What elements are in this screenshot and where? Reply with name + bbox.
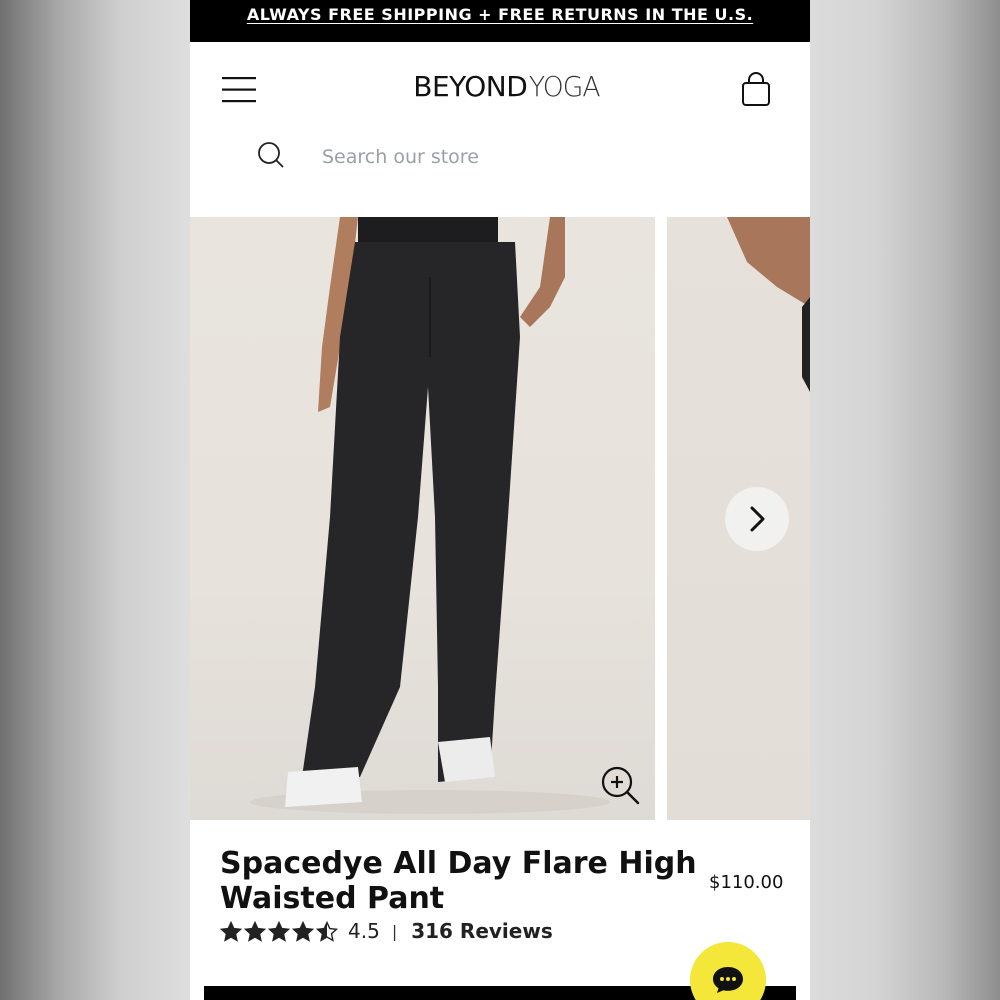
search-input[interactable] bbox=[320, 136, 744, 178]
product-title: Spacedye All Day Flare High Waisted Pant bbox=[220, 846, 697, 916]
rating-value: 4.5 bbox=[348, 919, 380, 943]
product-rating[interactable]: 4.5 | 316 Reviews bbox=[220, 918, 553, 944]
site-header: BEYOND YOGA bbox=[190, 42, 810, 138]
chat-bubble-icon bbox=[713, 967, 743, 993]
star-icon bbox=[220, 920, 242, 942]
chevron-right-icon bbox=[750, 506, 765, 532]
mobile-page: ALWAYS FREE SHIPPING + FREE RETURNS IN T… bbox=[190, 0, 810, 1000]
background-right bbox=[810, 0, 1000, 1000]
logo-wordmark-yoga: YOGA bbox=[529, 70, 601, 103]
product-price: $110.00 bbox=[709, 872, 784, 893]
star-icon bbox=[268, 920, 290, 942]
next-image-button[interactable] bbox=[725, 487, 789, 551]
promo-text[interactable]: ALWAYS FREE SHIPPING + FREE RETURNS IN T… bbox=[247, 5, 753, 24]
zoom-in-icon[interactable] bbox=[600, 765, 642, 807]
logo-wordmark-beyond: BEYOND bbox=[413, 70, 528, 103]
shopping-bag-icon[interactable] bbox=[740, 72, 772, 108]
rating-divider: | bbox=[391, 921, 398, 941]
star-icon bbox=[292, 920, 314, 942]
star-icon bbox=[316, 920, 338, 942]
promo-banner[interactable]: ALWAYS FREE SHIPPING + FREE RETURNS IN T… bbox=[190, 0, 810, 42]
product-image-gallery[interactable] bbox=[190, 217, 810, 820]
search-icon[interactable] bbox=[256, 140, 286, 170]
search-bar bbox=[190, 130, 810, 182]
brand-logo[interactable]: BEYOND YOGA bbox=[400, 70, 615, 110]
hamburger-menu-icon[interactable] bbox=[222, 76, 258, 104]
star-icon bbox=[244, 920, 266, 942]
product-image-main[interactable] bbox=[190, 217, 655, 820]
reviews-link[interactable]: 316 Reviews bbox=[411, 919, 553, 943]
rating-stars bbox=[220, 920, 338, 942]
